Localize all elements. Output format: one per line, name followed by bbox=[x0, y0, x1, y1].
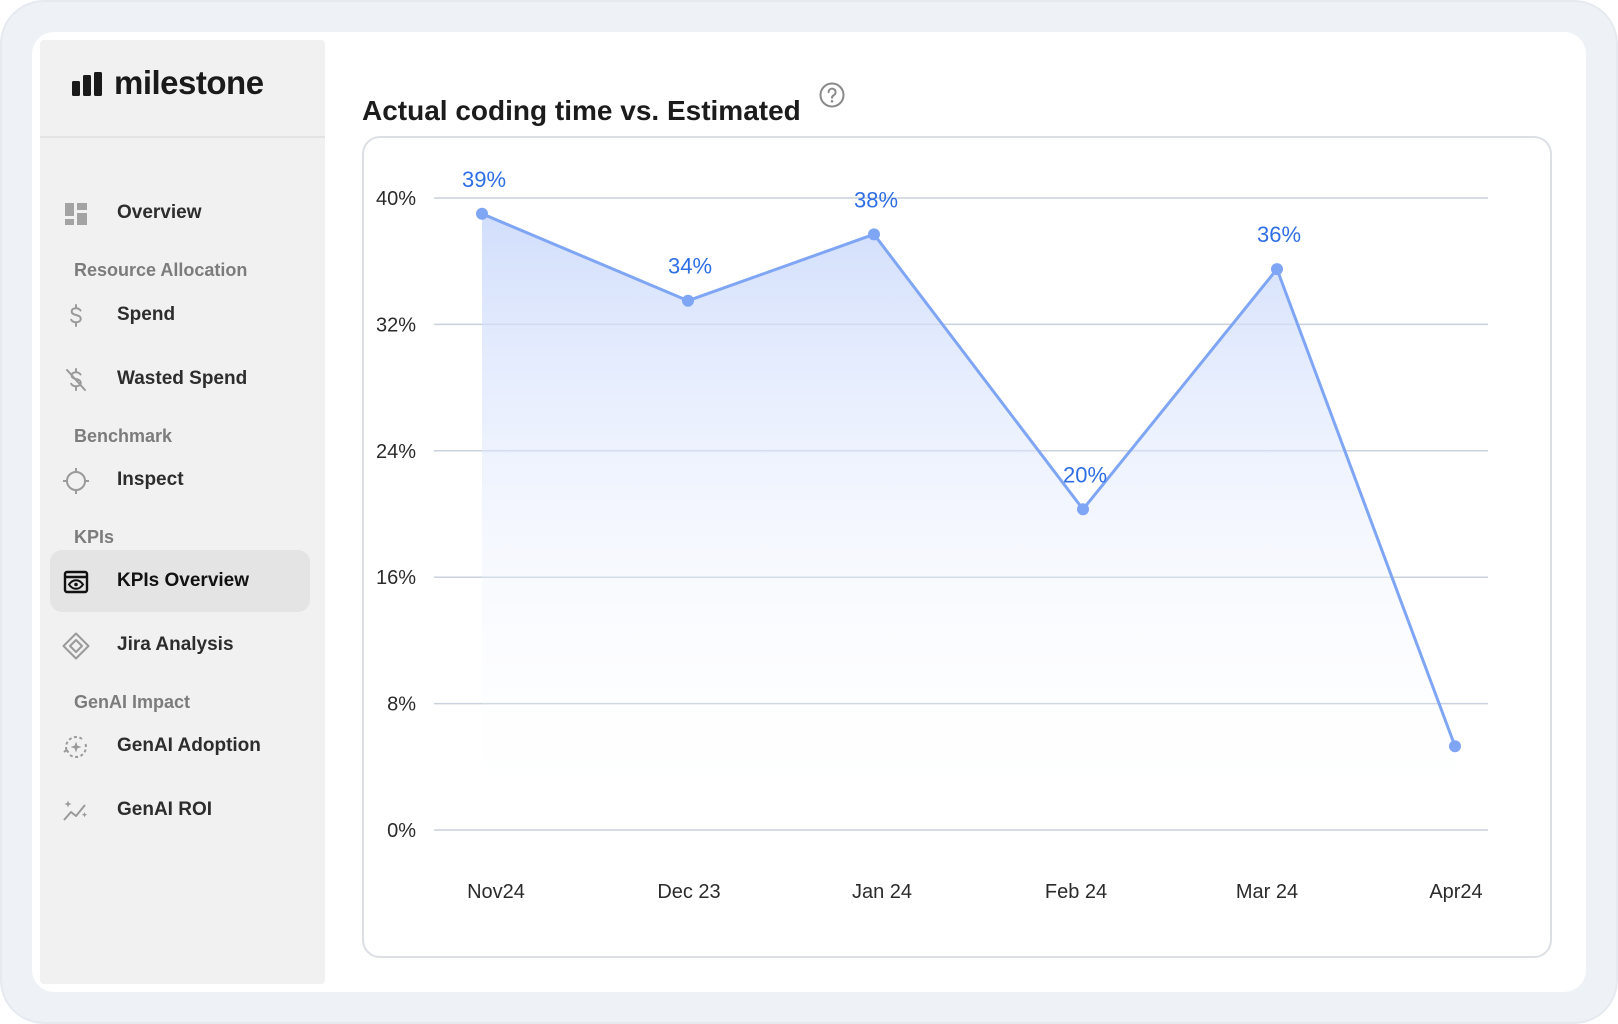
sidebar-section-label: Benchmark bbox=[74, 426, 173, 446]
sidebar-item-kpis-overview[interactable]: KPIs Overview bbox=[50, 550, 310, 612]
sidebar-item-label: GenAI Adoption bbox=[117, 735, 261, 756]
x-tick-label: Nov24 bbox=[467, 881, 525, 903]
question-circle-icon[interactable] bbox=[818, 81, 846, 109]
dollar-icon bbox=[62, 302, 90, 330]
sparkle-cycle-icon bbox=[62, 733, 90, 761]
sidebar-section-label: GenAI Impact bbox=[74, 692, 191, 712]
chart-card: 0% 8% 16% 24% 32% 40% 39% 34% 38% 20% 36% Nov24 Dec … bbox=[362, 136, 1552, 958]
y-tick-label: 16% bbox=[376, 567, 416, 589]
dashboard-icon bbox=[62, 200, 90, 228]
sidebar-item-label: Jira Analysis bbox=[117, 634, 234, 655]
data-point bbox=[1271, 263, 1283, 276]
sidebar-item-wasted-spend[interactable]: Wasted Spend bbox=[50, 348, 310, 410]
sidebar-item-inspect[interactable]: Inspect bbox=[50, 449, 310, 511]
series-area bbox=[482, 213, 1455, 831]
data-point bbox=[868, 228, 880, 241]
sidebar-item-label: Inspect bbox=[117, 469, 184, 490]
jira-diamond-icon bbox=[62, 632, 90, 660]
brand-name: milestone bbox=[114, 64, 264, 101]
y-tick-label: 40% bbox=[376, 188, 416, 210]
line-chart: 0% 8% 16% 24% 32% 40% 39% 34% 38% 20% 36% Nov24 Dec … bbox=[376, 167, 1488, 903]
eye-window-icon bbox=[62, 568, 90, 596]
data-label: 39% bbox=[462, 167, 506, 192]
sidebar-item-genai-adoption[interactable]: GenAI Adoption bbox=[50, 715, 310, 777]
sidebar-item-label: KPIs Overview bbox=[117, 570, 250, 591]
data-point bbox=[1449, 740, 1461, 753]
crosshair-icon bbox=[62, 467, 90, 495]
data-label: 38% bbox=[854, 187, 898, 212]
y-tick-label: 0% bbox=[387, 820, 416, 842]
sidebar-item-label: Spend bbox=[117, 304, 176, 325]
sidebar-item-genai-roi[interactable]: GenAI ROI bbox=[50, 779, 310, 841]
x-tick-label: Dec 23 bbox=[657, 881, 720, 903]
x-tick-label: Apr24 bbox=[1429, 881, 1482, 903]
sidebar-item-overview[interactable]: Overview bbox=[50, 182, 310, 244]
x-tick-label: Jan 24 bbox=[852, 881, 912, 903]
data-label: 36% bbox=[1257, 222, 1301, 247]
y-tick-label: 24% bbox=[376, 441, 416, 463]
sidebar-section-label: Resource Allocation bbox=[74, 260, 248, 280]
x-tick-label: Feb 24 bbox=[1045, 881, 1107, 903]
data-point bbox=[682, 294, 694, 307]
y-tick-label: 8% bbox=[387, 694, 416, 716]
sparkle-trend-icon bbox=[62, 797, 90, 825]
sidebar-item-jira-analysis[interactable]: Jira Analysis bbox=[50, 614, 310, 676]
dollar-off-icon bbox=[62, 366, 90, 394]
sidebar-section-label: KPIs bbox=[74, 527, 115, 547]
data-point bbox=[1077, 503, 1089, 516]
data-label: 34% bbox=[668, 254, 712, 279]
sidebar: milestone Overview Resource Allocation Spe… bbox=[40, 40, 325, 984]
page-title: Actual coding time vs. Estimated bbox=[362, 94, 801, 126]
y-tick-label: 32% bbox=[376, 314, 416, 336]
brand-header: milestone bbox=[40, 40, 325, 138]
sidebar-item-label: GenAI ROI bbox=[117, 799, 213, 820]
data-label: 20% bbox=[1063, 462, 1107, 487]
sidebar-item-label: Wasted Spend bbox=[117, 368, 248, 389]
sidebar-item-spend[interactable]: Spend bbox=[50, 284, 310, 346]
data-point bbox=[476, 207, 488, 220]
milestone-logo-icon bbox=[72, 72, 102, 96]
x-tick-label: Mar 24 bbox=[1236, 881, 1298, 903]
sidebar-item-label: Overview bbox=[117, 202, 202, 223]
